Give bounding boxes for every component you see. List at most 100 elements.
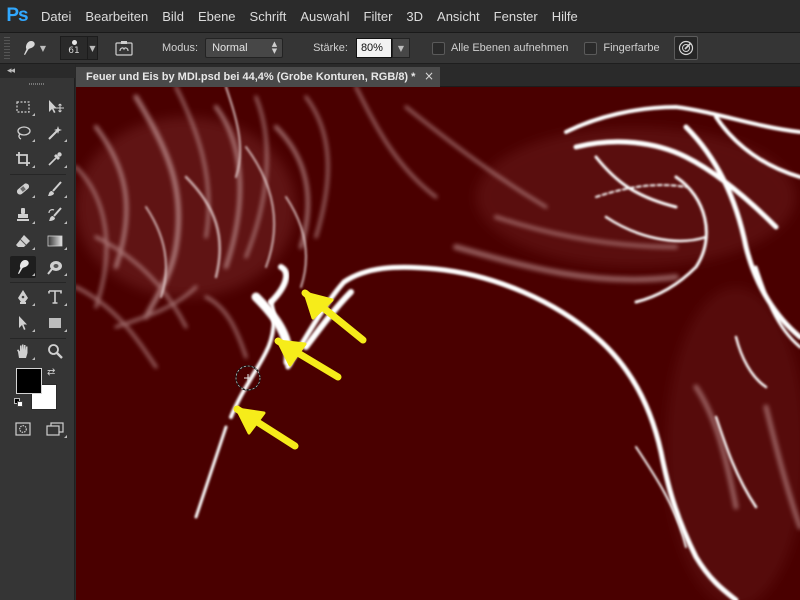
eyedropper-tool[interactable]: [42, 148, 68, 170]
marquee-tool[interactable]: [10, 96, 36, 118]
menu-filter[interactable]: Filter: [357, 0, 400, 33]
screen-mode-button[interactable]: [42, 418, 68, 440]
hand-icon: [17, 344, 28, 358]
rectangular-marquee-icon: [16, 101, 30, 113]
mode-select[interactable]: Normal ▲ ▼: [205, 38, 284, 58]
menu-schrift[interactable]: Schrift: [243, 0, 294, 33]
swap-colors-icon[interactable]: ⇄: [47, 367, 55, 378]
smudge-finger-icon: [18, 260, 29, 274]
eyedropper-icon: [48, 152, 62, 166]
finger-painting-option[interactable]: Fingerfarbe: [584, 41, 660, 55]
toolbox-separator: [10, 338, 66, 339]
sample-all-layers-option[interactable]: Alle Ebenen aufnehmen: [431, 41, 569, 55]
toolbox-header[interactable]: ◂◂: [0, 64, 75, 78]
magic-wand-icon: [48, 126, 62, 140]
canvas-artwork: [76, 87, 800, 600]
clone-stamp-tool[interactable]: [10, 204, 36, 226]
menu-items: Datei Bearbeiten Bild Ebene Schrift Ausw…: [34, 0, 585, 33]
menu-ebene[interactable]: Ebene: [191, 0, 243, 33]
move-icon: [49, 100, 64, 113]
finger-painting-checkbox[interactable]: [584, 41, 598, 55]
collapse-panel-icon[interactable]: ◂◂: [7, 66, 15, 76]
menu-auswahl[interactable]: Auswahl: [293, 0, 356, 33]
menu-datei[interactable]: Datei: [34, 0, 78, 33]
select-arrows-icon: ▲ ▼: [271, 40, 278, 55]
sample-all-layers-label: Alle Ebenen aufnehmen: [450, 42, 569, 54]
pen-nib-icon: [18, 290, 28, 304]
menu-bar: Ps Datei Bearbeiten Bild Ebene Schrift A…: [0, 0, 800, 33]
options-bar-grip[interactable]: [4, 37, 10, 59]
menu-hilfe[interactable]: Hilfe: [545, 0, 585, 33]
type-icon: [48, 290, 62, 304]
toolbox-separator: [10, 282, 66, 283]
magnifier-icon: [48, 344, 63, 359]
band-aid-icon: [16, 183, 30, 195]
document-tab-title: Feuer und Eis by MDI.psd bei 44,4% (Grob…: [86, 71, 416, 83]
smudge-tool[interactable]: [10, 256, 36, 278]
finger-painting-label: Fingerfarbe: [603, 42, 660, 54]
menu-3d[interactable]: 3D: [399, 0, 430, 33]
eraser-tool[interactable]: [10, 230, 36, 252]
mode-value: Normal: [212, 42, 248, 54]
rectangle-shape-icon: [49, 318, 61, 328]
quick-mask-button[interactable]: [10, 418, 36, 440]
pen-tool[interactable]: [10, 286, 36, 308]
menu-ansicht[interactable]: Ansicht: [430, 0, 487, 33]
foreground-color-swatch[interactable]: [16, 368, 42, 394]
close-icon[interactable]: ×: [424, 69, 434, 83]
chevron-down-icon: ▼: [89, 43, 96, 53]
pressure-pen-icon: [678, 40, 693, 56]
screen-mode-icon: [46, 422, 64, 436]
healing-brush-tool[interactable]: [10, 178, 36, 200]
magic-wand-tool[interactable]: [42, 122, 68, 144]
brush-picker-dropdown[interactable]: ▼: [88, 36, 98, 60]
toolbox-separator: [10, 174, 66, 175]
mode-label: Modus:: [162, 42, 199, 54]
menu-bearbeiten[interactable]: Bearbeiten: [78, 0, 155, 33]
dodge-tool[interactable]: [42, 256, 68, 278]
menu-fenster[interactable]: Fenster: [487, 0, 545, 33]
strength-value: 80%: [360, 42, 383, 54]
strength-slider-dropdown[interactable]: ▼: [391, 38, 410, 58]
toolbox-grip[interactable]: [29, 83, 45, 85]
lasso-tool[interactable]: [10, 122, 36, 144]
gradient-tool[interactable]: [42, 230, 68, 252]
document-canvas[interactable]: [76, 87, 800, 600]
history-brush-tool[interactable]: [42, 204, 68, 226]
tool-preset-picker[interactable]: ▼: [18, 36, 48, 60]
quick-mask-icon: [15, 422, 31, 436]
type-tool[interactable]: [42, 286, 68, 308]
hand-tool[interactable]: [10, 340, 36, 362]
zoom-tool[interactable]: [42, 340, 68, 362]
path-selection-tool[interactable]: [10, 312, 36, 334]
default-colors-icon[interactable]: [14, 398, 24, 408]
photoshop-logo: Ps: [0, 0, 34, 33]
photoshop-logo-text: Ps: [6, 5, 28, 26]
document-tab-bar: Feuer und Eis by MDI.psd bei 44,4% (Grob…: [76, 64, 800, 87]
eraser-icon: [16, 235, 30, 247]
move-tool[interactable]: [42, 96, 68, 118]
sample-all-layers-checkbox[interactable]: [431, 41, 445, 55]
photoshop-window: Ps Datei Bearbeiten Bild Ebene Schrift A…: [0, 0, 800, 600]
path-selection-arrow-icon: [19, 316, 27, 330]
document-tab[interactable]: Feuer und Eis by MDI.psd bei 44,4% (Grob…: [76, 67, 440, 87]
stamp-icon: [17, 208, 29, 221]
rectangle-tool[interactable]: [42, 312, 68, 334]
toolbox: ◂◂ ⇄: [0, 64, 75, 600]
paintbrush-icon: [48, 181, 62, 196]
brush-panel-icon: [115, 41, 133, 56]
strength-label: Stärke:: [313, 42, 348, 54]
brush-panel-button[interactable]: [112, 37, 136, 59]
crop-tool[interactable]: [10, 148, 36, 170]
smudge-tool-icon: [23, 41, 35, 55]
history-brush-icon: [48, 207, 62, 221]
menu-bild[interactable]: Bild: [155, 0, 191, 33]
annotation-arrow-3: [233, 405, 299, 450]
options-bar: ▼ 61 ▼ Modus: Normal ▲ ▼ Stärke: 80% ▼ A…: [0, 33, 800, 64]
strength-input[interactable]: 80%: [355, 38, 392, 58]
brush-tool[interactable]: [42, 178, 68, 200]
dodge-icon: [47, 261, 62, 275]
brush-size-value: 61: [68, 46, 80, 56]
brush-size-picker[interactable]: 61: [60, 36, 88, 60]
pressure-button[interactable]: [673, 36, 698, 60]
